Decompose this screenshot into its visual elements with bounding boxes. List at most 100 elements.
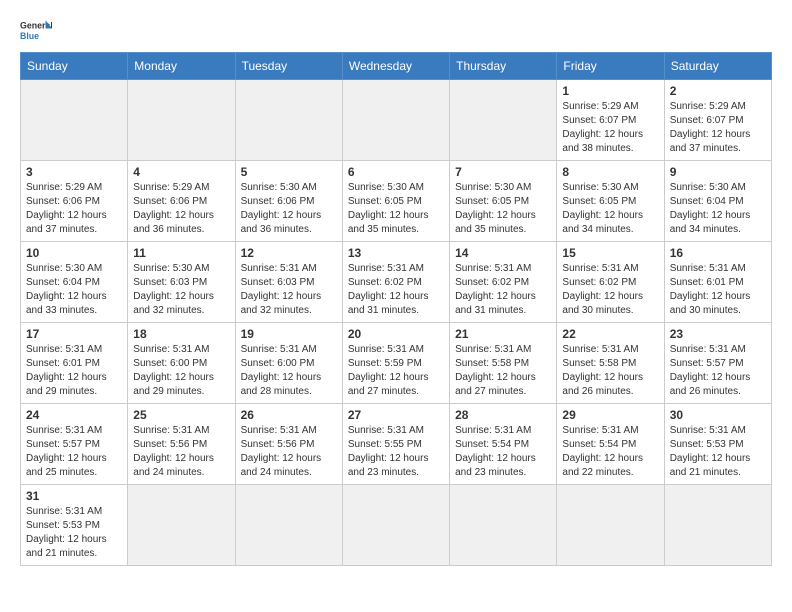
calendar-day-cell: 31 Sunrise: 5:31 AMSunset: 5:53 PMDayligh… [21, 485, 128, 566]
day-info: Sunrise: 5:31 AMSunset: 5:54 PMDaylight:… [455, 424, 551, 480]
calendar-day-cell: 5Sunrise: 5:30 AMSunset: 6:06 PMDaylight… [235, 161, 342, 242]
day-info: Sunrise: 5:31 AMSunset: 6:01 PMDaylight:… [26, 343, 122, 399]
day-info: Sunrise: 5:31 AMSunset: 5:56 PMDaylight:… [241, 424, 337, 480]
day-info: Sunrise: 5:31 AMSunset: 6:02 PMDaylight:… [562, 262, 658, 318]
day-number: 11 [133, 246, 229, 260]
day-info: Sunrise: 5:31 AMSunset: 6:02 PMDaylight:… [348, 262, 444, 318]
day-info: Sunrise: 5:31 AMSunset: 5:58 PMDaylight:… [455, 343, 551, 399]
weekday-header-wednesday: Wednesday [342, 53, 449, 80]
day-info: Sunrise: 5:31 AMSunset: 5:58 PMDaylight:… [562, 343, 658, 399]
calendar-week-row: 17 Sunrise: 5:31 AMSunset: 6:01 PMDayligh… [21, 323, 772, 404]
calendar-day-cell: 1Sunrise: 5:29 AMSunset: 6:07 PMDaylight… [557, 80, 664, 161]
day-info: Sunrise: 5:29 AMSunset: 6:06 PMDaylight:… [26, 181, 122, 237]
weekday-header-row: SundayMondayTuesdayWednesdayThursdayFrid… [21, 53, 772, 80]
day-number: 28 [455, 408, 551, 422]
calendar-week-row: 10 Sunrise: 5:30 AMSunset: 6:04 PMDayligh… [21, 242, 772, 323]
day-number: 9 [670, 165, 766, 179]
day-info: Sunrise: 5:30 AMSunset: 6:06 PMDaylight:… [241, 181, 337, 237]
day-number: 20 [348, 327, 444, 341]
day-info: Sunrise: 5:31 AMSunset: 6:00 PMDaylight:… [133, 343, 229, 399]
calendar-day-cell: 6 Sunrise: 5:30 AMSunset: 6:05 PMDaylight… [342, 161, 449, 242]
calendar-day-cell [342, 80, 449, 161]
day-number: 25 [133, 408, 229, 422]
calendar-day-cell: 16 Sunrise: 5:31 AMSunset: 6:01 PMDayligh… [664, 242, 771, 323]
day-number: 30 [670, 408, 766, 422]
day-info: Sunrise: 5:31 AMSunset: 6:02 PMDaylight:… [455, 262, 551, 318]
day-info: Sunrise: 5:31 AMSunset: 5:59 PMDaylight:… [348, 343, 444, 399]
calendar-day-cell: 12 Sunrise: 5:31 AMSunset: 6:03 PMDayligh… [235, 242, 342, 323]
calendar-week-row: 1Sunrise: 5:29 AMSunset: 6:07 PMDaylight… [21, 80, 772, 161]
day-number: 31 [26, 489, 122, 503]
weekday-header-thursday: Thursday [450, 53, 557, 80]
calendar-day-cell: 7Sunrise: 5:30 AMSunset: 6:05 PMDaylight… [450, 161, 557, 242]
day-number: 6 [348, 165, 444, 179]
calendar-day-cell: 8Sunrise: 5:30 AMSunset: 6:05 PMDaylight… [557, 161, 664, 242]
day-number: 27 [348, 408, 444, 422]
day-number: 29 [562, 408, 658, 422]
calendar-week-row: 24Sunrise: 5:31 AMSunset: 5:57 PMDayligh… [21, 404, 772, 485]
day-info: Sunrise: 5:30 AMSunset: 6:05 PMDaylight:… [562, 181, 658, 237]
calendar-day-cell: 13Sunrise: 5:31 AMSunset: 6:02 PMDayligh… [342, 242, 449, 323]
calendar-day-cell: 24Sunrise: 5:31 AMSunset: 5:57 PMDayligh… [21, 404, 128, 485]
day-info: Sunrise: 5:30 AMSunset: 6:04 PMDaylight:… [26, 262, 122, 318]
weekday-header-sunday: Sunday [21, 53, 128, 80]
day-info: Sunrise: 5:31 AMSunset: 5:53 PMDaylight:… [670, 424, 766, 480]
calendar-day-cell [557, 485, 664, 566]
weekday-header-tuesday: Tuesday [235, 53, 342, 80]
day-number: 16 [670, 246, 766, 260]
day-number: 10 [26, 246, 122, 260]
calendar-day-cell: 28 Sunrise: 5:31 AMSunset: 5:54 PMDayligh… [450, 404, 557, 485]
day-number: 17 [26, 327, 122, 341]
day-number: 12 [241, 246, 337, 260]
calendar-day-cell [128, 485, 235, 566]
logo-icon: General Blue [20, 16, 52, 44]
calendar-day-cell: 10 Sunrise: 5:30 AMSunset: 6:04 PMDayligh… [21, 242, 128, 323]
day-info: Sunrise: 5:29 AMSunset: 6:07 PMDaylight:… [562, 100, 658, 156]
calendar-day-cell: 14 Sunrise: 5:31 AMSunset: 6:02 PMDayligh… [450, 242, 557, 323]
day-number: 2 [670, 84, 766, 98]
calendar-day-cell: 11 Sunrise: 5:30 AMSunset: 6:03 PMDayligh… [128, 242, 235, 323]
calendar-day-cell: 19 Sunrise: 5:31 AMSunset: 6:00 PMDayligh… [235, 323, 342, 404]
calendar-day-cell: 3 Sunrise: 5:29 AMSunset: 6:06 PMDaylight… [21, 161, 128, 242]
day-info: Sunrise: 5:31 AMSunset: 6:00 PMDaylight:… [241, 343, 337, 399]
calendar-day-cell: 22Sunrise: 5:31 AMSunset: 5:58 PMDayligh… [557, 323, 664, 404]
svg-text:Blue: Blue [20, 31, 39, 41]
calendar-day-cell: 17 Sunrise: 5:31 AMSunset: 6:01 PMDayligh… [21, 323, 128, 404]
calendar-week-row: 3 Sunrise: 5:29 AMSunset: 6:06 PMDaylight… [21, 161, 772, 242]
calendar-day-cell [235, 485, 342, 566]
day-info: Sunrise: 5:31 AMSunset: 5:53 PMDaylight:… [26, 505, 122, 561]
day-number: 14 [455, 246, 551, 260]
page-header: General Blue [20, 16, 772, 44]
calendar-day-cell: 23Sunrise: 5:31 AMSunset: 5:57 PMDayligh… [664, 323, 771, 404]
calendar-day-cell: 25 Sunrise: 5:31 AMSunset: 5:56 PMDayligh… [128, 404, 235, 485]
day-info: Sunrise: 5:30 AMSunset: 6:03 PMDaylight:… [133, 262, 229, 318]
weekday-header-friday: Friday [557, 53, 664, 80]
calendar-day-cell: 26Sunrise: 5:31 AMSunset: 5:56 PMDayligh… [235, 404, 342, 485]
day-info: Sunrise: 5:29 AMSunset: 6:06 PMDaylight:… [133, 181, 229, 237]
calendar-day-cell: 9Sunrise: 5:30 AMSunset: 6:04 PMDaylight… [664, 161, 771, 242]
logo: General Blue [20, 16, 52, 44]
weekday-header-monday: Monday [128, 53, 235, 80]
day-info: Sunrise: 5:31 AMSunset: 6:01 PMDaylight:… [670, 262, 766, 318]
day-info: Sunrise: 5:31 AMSunset: 5:54 PMDaylight:… [562, 424, 658, 480]
calendar-day-cell: 2Sunrise: 5:29 AMSunset: 6:07 PMDaylight… [664, 80, 771, 161]
calendar-day-cell [128, 80, 235, 161]
calendar-day-cell [664, 485, 771, 566]
day-info: Sunrise: 5:30 AMSunset: 6:05 PMDaylight:… [348, 181, 444, 237]
day-number: 21 [455, 327, 551, 341]
day-number: 4 [133, 165, 229, 179]
day-info: Sunrise: 5:31 AMSunset: 5:56 PMDaylight:… [133, 424, 229, 480]
calendar-day-cell: 4 Sunrise: 5:29 AMSunset: 6:06 PMDaylight… [128, 161, 235, 242]
day-info: Sunrise: 5:30 AMSunset: 6:05 PMDaylight:… [455, 181, 551, 237]
day-info: Sunrise: 5:31 AMSunset: 6:03 PMDaylight:… [241, 262, 337, 318]
calendar-table: SundayMondayTuesdayWednesdayThursdayFrid… [20, 52, 772, 566]
calendar-day-cell: 21 Sunrise: 5:31 AMSunset: 5:58 PMDayligh… [450, 323, 557, 404]
day-number: 3 [26, 165, 122, 179]
calendar-week-row: 31 Sunrise: 5:31 AMSunset: 5:53 PMDayligh… [21, 485, 772, 566]
calendar-day-cell: 15Sunrise: 5:31 AMSunset: 6:02 PMDayligh… [557, 242, 664, 323]
calendar-day-cell [450, 485, 557, 566]
calendar-day-cell [235, 80, 342, 161]
day-number: 24 [26, 408, 122, 422]
calendar-day-cell [450, 80, 557, 161]
day-number: 19 [241, 327, 337, 341]
